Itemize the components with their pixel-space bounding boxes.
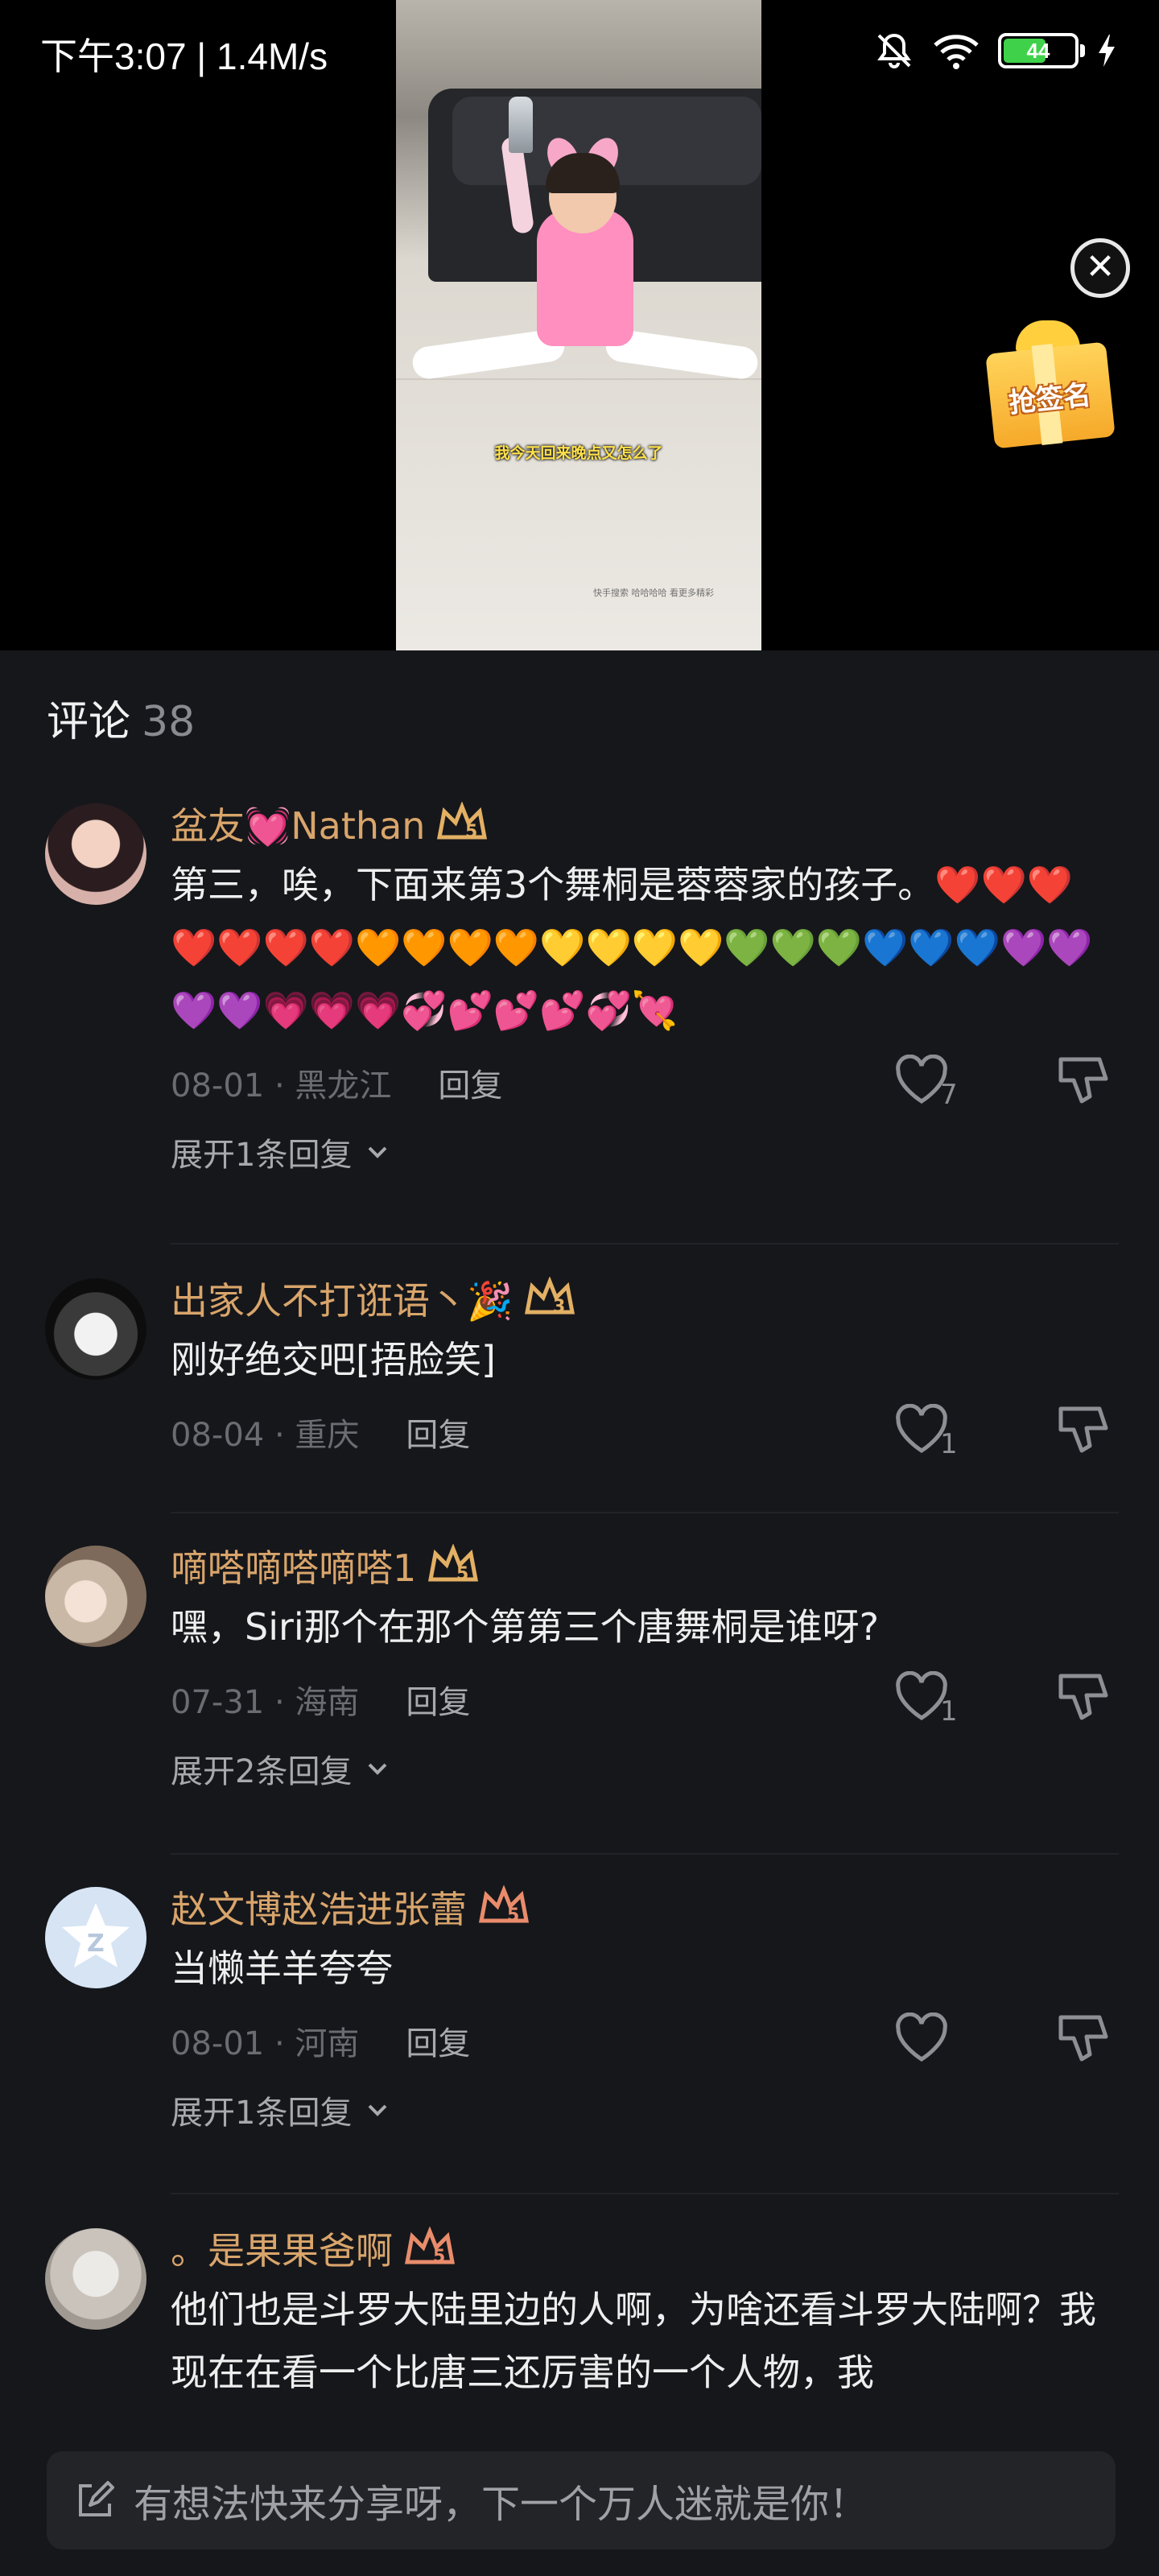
comments-count: 38	[142, 698, 196, 746]
avatar[interactable]	[45, 803, 146, 905]
like-button[interactable]	[893, 2012, 966, 2077]
thumbs-down-icon	[1058, 1057, 1108, 1104]
dislike-button[interactable]	[1054, 1055, 1119, 1119]
comment-body: 。是果果爸啊 5 他们也是斗罗大陆里边的人啊，为啥还看斗罗大陆啊？我现在在看一个…	[171, 2219, 1119, 2404]
video-subtitle: 我今天回来晚点又怎么了	[494, 444, 663, 462]
comment-text: 嘿，Siri那个在那个第第三个唐舞桐是谁呀?	[171, 1605, 880, 1649]
close-icon[interactable]: ✕	[1070, 238, 1130, 298]
reply-button[interactable]: 回复	[438, 1059, 502, 1106]
star-avatar-icon: Z	[62, 1903, 130, 1967]
comment-text: 第三，唉，下面来第3个舞桐是蓉蓉家的孩子。❤️❤️❤️❤️❤️❤️❤️🧡🧡🧡🧡💛…	[171, 863, 1093, 1032]
crown-level-icon: 5	[437, 802, 488, 842]
edit-icon	[79, 2481, 114, 2516]
divider	[171, 2193, 1119, 2194]
username-text: 出家人不打诳语丶🎉	[171, 1279, 514, 1323]
expand-replies-button[interactable]: 展开1条回复	[171, 2082, 1119, 2138]
username-text: 嘀嗒嘀嗒嘀嗒1	[171, 1546, 417, 1590]
crown-level-icon: 3	[525, 1277, 575, 1317]
comment-username[interactable]: 盆友💓Nathan 5	[171, 794, 1119, 853]
crown-level-icon: 5	[478, 1885, 530, 1926]
wifi-icon	[934, 35, 979, 69]
username-text: 。是果果爸啊	[171, 2229, 393, 2273]
username-text: 赵文博赵浩进张蕾	[171, 1888, 467, 1931]
svg-text:3: 3	[553, 1297, 565, 1317]
comment-date-location: 08-04 · 重庆	[171, 1417, 360, 1454]
comments-title: 评论	[47, 698, 131, 746]
comment-username[interactable]: 。是果果爸啊 5	[171, 2219, 1119, 2278]
comment-meta: 08-01 · 黑龙江 回复 7	[171, 1048, 1119, 1117]
comment-input-placeholder: 有想法快来分享呀，下一个万人迷就是你！	[134, 2482, 868, 2527]
comment-text: 刚好绝交吧[捂脸笑]	[171, 1338, 496, 1381]
crown-level-icon: 5	[404, 2227, 456, 2267]
comment-body: 嘀嗒嘀嗒嘀嗒1 5 嘿，Siri那个在那个第第三个唐舞桐是谁呀? 07-31 ·…	[171, 1536, 1119, 1797]
divider	[171, 1512, 1119, 1513]
dislike-button[interactable]	[1054, 2013, 1119, 2077]
crown-level-icon: 5	[428, 1544, 479, 1584]
comment-text: 当懒羊羊夸夸	[171, 1946, 393, 1990]
gift-signature-button[interactable]: 抢签名	[984, 320, 1116, 449]
thumbs-down-icon	[1058, 1406, 1108, 1453]
reply-button[interactable]: 回复	[406, 1676, 470, 1723]
video-trophy	[509, 97, 533, 153]
status-time: 下午3:07 | 1.4M/s	[40, 35, 328, 77]
video-floor	[396, 378, 761, 380]
comment-username[interactable]: 嘀嗒嘀嗒嘀嗒1 5	[171, 1536, 1119, 1596]
like-button[interactable]: 1	[893, 1403, 966, 1468]
username-text: 盆友💓Nathan	[171, 804, 426, 848]
avatar[interactable]: Z	[45, 1887, 146, 1988]
chevron-down-icon	[369, 2104, 387, 2116]
dislike-button[interactable]	[1054, 1671, 1119, 1736]
comment-input[interactable]: 有想法快来分享呀，下一个万人迷就是你！	[47, 2451, 1116, 2549]
heart-icon	[896, 2012, 947, 2062]
status-icons: 44	[874, 29, 1117, 72]
avatar[interactable]	[45, 2228, 146, 2330]
comment-date-location: 08-01 · 河南	[171, 2025, 360, 2062]
comment-body: 盆友💓Nathan 5 第三，唉，下面来第3个舞桐是蓉蓉家的孩子。❤️❤️❤️❤…	[171, 794, 1119, 1180]
expand-replies-button[interactable]: 展开1条回复	[171, 1124, 1119, 1180]
comment-body: 赵文博赵浩进张蕾 5 当懒羊羊夸夸 08-01 · 河南 回复 展开1条回复	[171, 1877, 1119, 2138]
comment-text: 他们也是斗罗大陆里边的人啊，为啥还看斗罗大陆啊？我现在在看一个比唐三还厉害的一个…	[171, 2288, 1096, 2394]
divider	[171, 1243, 1119, 1245]
comment-meta: 07-31 · 海南 回复 1	[171, 1665, 1119, 1734]
reply-button[interactable]: 回复	[406, 2017, 470, 2064]
comments-sheet[interactable]: 评论 38 盆友💓Nathan 5 第三，唉，下面来第3个舞桐是蓉蓉家的孩子。❤️…	[0, 650, 1159, 2576]
like-count: 7	[940, 1079, 958, 1111]
svg-text:Z: Z	[87, 1930, 105, 1958]
like-count: 1	[940, 1428, 958, 1460]
battery-level: 44	[1026, 39, 1050, 63]
expand-replies-button[interactable]: 展开2条回复	[171, 1740, 1119, 1797]
avatar[interactable]	[45, 1278, 146, 1380]
like-button[interactable]: 7	[893, 1054, 966, 1119]
svg-text:5: 5	[465, 822, 477, 842]
avatar[interactable]	[45, 1546, 146, 1647]
comment-meta: 08-04 · 重庆 回复 1	[171, 1397, 1119, 1467]
svg-text:5: 5	[456, 1564, 468, 1584]
svg-text:5: 5	[507, 1905, 519, 1926]
comment-date-location: 08-01 · 黑龙江	[171, 1067, 392, 1104]
video-watermark: 快手搜索 哈哈哈哈 看更多精彩	[593, 588, 714, 598]
status-bar: 下午3:07 | 1.4M/s 44	[0, 0, 1159, 105]
chevron-down-icon	[369, 1146, 387, 1158]
comment-username[interactable]: 出家人不打诳语丶🎉 3	[171, 1269, 1119, 1328]
dislike-button[interactable]	[1054, 1404, 1119, 1468]
expand-replies-label: 展开1条回复	[171, 2095, 353, 2132]
svg-text:5: 5	[433, 2247, 445, 2267]
thumbs-down-icon	[1058, 1674, 1108, 1720]
reply-button[interactable]: 回复	[406, 1409, 470, 1455]
divider	[171, 1853, 1119, 1855]
bell-muted-icon	[877, 33, 911, 68]
expand-replies-label: 展开2条回复	[171, 1753, 353, 1790]
comment-date-location: 07-31 · 海南	[171, 1684, 360, 1721]
comment-meta: 08-01 · 河南 回复	[171, 2006, 1119, 2075]
thumbs-down-icon	[1058, 2015, 1108, 2062]
chevron-down-icon	[369, 1763, 387, 1775]
like-count: 1	[940, 1695, 958, 1728]
comments-header: 评论 38	[47, 687, 195, 748]
charging-icon	[1099, 35, 1115, 67]
comment-body: 出家人不打诳语丶🎉 3 刚好绝交吧[捂脸笑] 08-04 · 重庆 回复 1	[171, 1269, 1119, 1467]
like-button[interactable]: 1	[893, 1670, 966, 1736]
battery-icon: 44	[998, 33, 1085, 68]
comment-username[interactable]: 赵文博赵浩进张蕾 5	[171, 1877, 1119, 1937]
expand-replies-label: 展开1条回复	[171, 1137, 353, 1174]
